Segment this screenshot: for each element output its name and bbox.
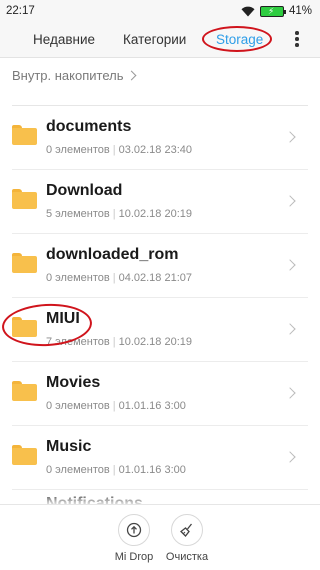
overflow-menu-icon[interactable] — [294, 31, 300, 49]
folder-list: documents 0 элементов | 03.02.18 23:40 Dow… — [0, 106, 320, 520]
chevron-right-icon — [284, 195, 296, 207]
folder-meta: 0 элементов | 01.01.16 3:00 — [46, 400, 186, 412]
folder-name: Music — [46, 438, 92, 455]
chevron-right-icon — [284, 323, 296, 335]
folder-icon — [12, 125, 37, 145]
wifi-icon — [241, 6, 255, 16]
item-count: 0 элементов — [46, 144, 110, 156]
item-count: 0 элементов — [46, 400, 110, 412]
breadcrumb[interactable]: Внутр. накопитель — [12, 68, 136, 83]
tab-categories[interactable]: Категории — [123, 32, 186, 47]
battery-icon: ⚡ — [259, 5, 286, 17]
folder-row-documents[interactable]: documents 0 элементов | 03.02.18 23:40 — [12, 106, 308, 170]
folder-icon — [12, 253, 37, 273]
modified-date: 01.01.16 3:00 — [118, 400, 186, 412]
chevron-right-icon — [284, 259, 296, 271]
chevron-right-icon — [284, 387, 296, 399]
folder-row-music[interactable]: Music 0 элементов | 01.01.16 3:00 — [12, 426, 308, 490]
item-count: 5 элементов — [46, 208, 110, 220]
tab-recent[interactable]: Недавние — [33, 32, 95, 47]
breadcrumb-location: Внутр. накопитель — [12, 68, 124, 83]
folder-meta: 0 элементов | 03.02.18 23:40 — [46, 144, 192, 156]
storage-highlight-annotation — [202, 26, 272, 52]
folder-meta: 5 элементов | 10.02.18 20:19 — [46, 208, 192, 220]
tab-bar: Недавние Категории Storage — [0, 22, 320, 58]
folder-name: Download — [46, 182, 123, 199]
modified-date: 03.02.18 23:40 — [118, 144, 192, 156]
status-icons: ⚡ 41% — [241, 5, 312, 17]
cleaner-label: Очистка — [165, 551, 209, 563]
chevron-right-icon — [284, 131, 296, 143]
folder-name: documents — [46, 118, 132, 135]
modified-date: 10.02.18 20:19 — [118, 208, 192, 220]
folder-icon — [12, 445, 37, 465]
folder-name: Movies — [46, 374, 101, 391]
cleaner-button[interactable]: Очистка — [152, 514, 222, 563]
item-count: 0 элементов — [46, 272, 110, 284]
folder-name: downloaded_rom — [46, 246, 179, 263]
folder-row-download[interactable]: Download 5 элементов | 10.02.18 20:19 — [12, 170, 308, 234]
folder-row-movies[interactable]: Movies 0 элементов | 01.01.16 3:00 — [12, 362, 308, 426]
status-time: 22:17 — [6, 5, 35, 17]
bottom-action-bar: Mi Drop Очистка — [0, 504, 320, 570]
item-count: 0 элементов — [46, 464, 110, 476]
chevron-right-icon — [126, 70, 136, 81]
broom-icon — [171, 514, 203, 546]
mi-drop-icon — [118, 514, 150, 546]
folder-icon — [12, 381, 37, 401]
modified-date: 01.01.16 3:00 — [118, 464, 186, 476]
battery-percent: 41% — [288, 5, 312, 17]
folder-meta: 0 элементов | 04.02.18 21:07 — [46, 272, 192, 284]
modified-date: 04.02.18 21:07 — [118, 272, 192, 284]
folder-icon — [12, 189, 37, 209]
folder-meta: 0 элементов | 01.01.16 3:00 — [46, 464, 186, 476]
folder-row-miui[interactable]: MIUI 7 элементов | 10.02.18 20:19 — [0, 298, 308, 362]
folder-row-downloaded-rom[interactable]: downloaded_rom 0 элементов | 04.02.18 21:0… — [12, 234, 308, 298]
modified-date: 10.02.18 20:19 — [118, 336, 192, 348]
chevron-right-icon — [284, 451, 296, 463]
status-bar: 22:17 ⚡ 41% — [0, 0, 320, 22]
